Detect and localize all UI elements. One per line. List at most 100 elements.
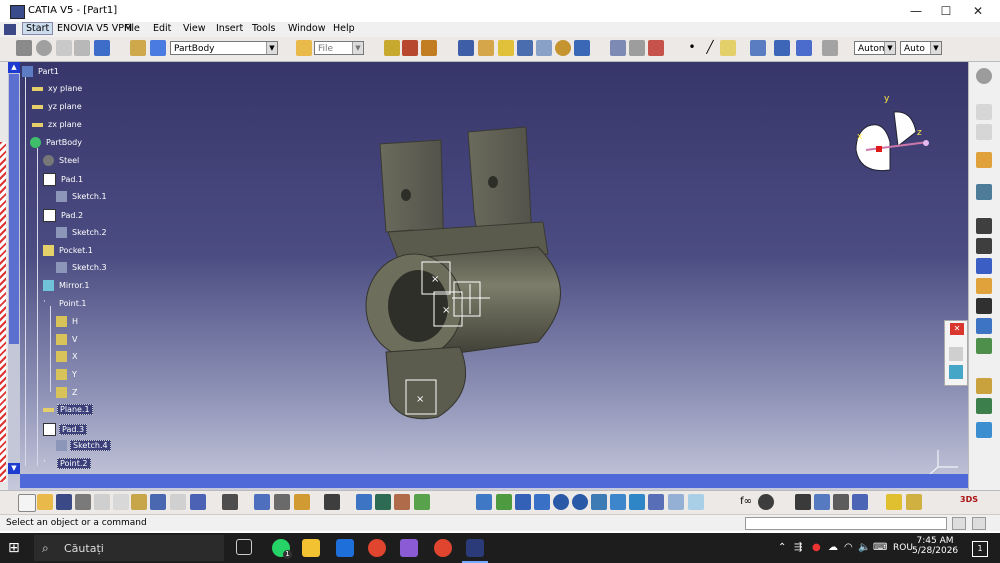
tree-item-pad2[interactable]: Pad.2 <box>43 209 85 222</box>
law-icon[interactable] <box>814 494 830 510</box>
tree-item-y[interactable]: Y <box>56 369 79 380</box>
knowledge-icon[interactable] <box>384 40 400 56</box>
slot-right-icon[interactable] <box>976 318 992 334</box>
render-select[interactable]: Autom ▼ <box>854 41 896 55</box>
system-clock[interactable]: 7:45 AM 5/28/2026 <box>912 536 958 556</box>
design-table-icon[interactable] <box>795 494 811 510</box>
constraint-tool-icon[interactable] <box>750 40 766 56</box>
chevron-down-icon[interactable]: ▼ <box>930 42 941 54</box>
scroll-down-arrow-icon[interactable]: ▼ <box>8 463 20 474</box>
task-view-icon[interactable] <box>236 539 252 555</box>
menu-view[interactable]: View <box>183 23 206 34</box>
iso-view-icon[interactable] <box>629 494 645 510</box>
outlook-icon[interactable] <box>336 539 354 557</box>
tree-item-xy-plane[interactable]: xy plane <box>32 84 84 93</box>
volume-icon[interactable]: 🔈 <box>858 542 870 553</box>
pad-tool-icon[interactable] <box>458 40 474 56</box>
menu-window[interactable]: Window <box>288 23 325 34</box>
rib-tool-icon[interactable] <box>517 40 533 56</box>
rotate-icon[interactable] <box>36 40 52 56</box>
3d-viewport[interactable]: × × × y x z <box>8 62 968 490</box>
notifications-icon[interactable]: 1 <box>972 541 988 557</box>
pan-icon[interactable] <box>515 494 531 510</box>
scroll-thumb[interactable] <box>9 74 19 344</box>
normal-view-icon[interactable] <box>591 494 607 510</box>
chevron-down-icon[interactable]: ▼ <box>266 42 277 54</box>
chamfer-right-icon[interactable] <box>976 398 992 414</box>
keyboard-icon[interactable]: ⌨ <box>873 542 887 553</box>
line-tool-icon[interactable]: ╱ <box>702 40 718 56</box>
redo-icon[interactable] <box>170 494 186 510</box>
tree-item-h[interactable]: H <box>56 316 80 327</box>
language-indicator[interactable]: ROU <box>893 543 913 553</box>
file-select[interactable]: File ▼ <box>314 41 364 55</box>
undo-icon[interactable] <box>150 494 166 510</box>
settings-icon[interactable] <box>976 68 992 84</box>
tree-item-part1[interactable]: Part1 <box>22 66 61 77</box>
pattern-tool-icon[interactable] <box>610 40 626 56</box>
tree-item-yz-plane[interactable]: yz plane <box>32 102 84 111</box>
body-icon[interactable] <box>94 40 110 56</box>
rule-icon[interactable] <box>402 40 418 56</box>
snap-icon[interactable] <box>822 40 838 56</box>
catia-doc-icon[interactable] <box>4 24 16 35</box>
parameters-icon[interactable] <box>833 494 849 510</box>
pencil-icon[interactable] <box>356 494 372 510</box>
transform-tool-icon[interactable] <box>629 40 645 56</box>
taskbar-search-box[interactable] <box>34 535 224 561</box>
boolean-tool-icon[interactable] <box>648 40 664 56</box>
floating-toolbar[interactable]: ✕ <box>944 320 968 386</box>
measure-icon[interactable] <box>74 40 90 56</box>
fillet-tool-icon[interactable] <box>574 40 590 56</box>
update-icon[interactable] <box>16 40 32 56</box>
stop-icon[interactable] <box>952 517 966 530</box>
menu-enovia[interactable]: ENOVIA V5 VPM <box>57 23 132 34</box>
tree-item-sketch2[interactable]: Sketch.2 <box>56 227 109 238</box>
menu-start[interactable]: Start <box>22 22 54 35</box>
tree-item-partbody[interactable]: PartBody <box>30 137 84 148</box>
tree-item-pad1[interactable]: Pad.1 <box>43 173 85 186</box>
help-icon[interactable] <box>190 494 206 510</box>
chrome-icon[interactable] <box>368 539 386 557</box>
tree-item-zx-plane[interactable]: zx plane <box>32 120 84 129</box>
hole-right-icon[interactable] <box>976 278 992 294</box>
sketch-tool-icon[interactable] <box>976 184 992 200</box>
tree-item-steel[interactable]: Steel <box>43 155 81 166</box>
chrome-profile-icon[interactable] <box>434 539 452 557</box>
file-explorer-icon[interactable] <box>302 539 320 557</box>
antivirus-icon[interactable]: ● <box>812 542 821 553</box>
chevron-up-icon[interactable]: ⌃ <box>778 542 786 553</box>
comment-icon[interactable] <box>758 494 774 510</box>
shaft-tool-icon[interactable] <box>498 40 514 56</box>
chevron-down-icon[interactable]: ▼ <box>884 42 895 54</box>
hole-tool-icon[interactable] <box>536 40 552 56</box>
swap-space-icon[interactable] <box>688 494 704 510</box>
rib-right-icon[interactable] <box>976 298 992 314</box>
knowledge-advisor-icon[interactable] <box>294 494 310 510</box>
tree-item-sketch4[interactable]: Sketch.4 <box>56 440 111 451</box>
check-icon[interactable] <box>421 40 437 56</box>
open-folder-icon[interactable] <box>296 40 312 56</box>
command-input[interactable] <box>745 517 947 530</box>
cloud-icon[interactable]: ☁ <box>828 542 838 553</box>
hide-show-icon[interactable] <box>668 494 684 510</box>
tree-vertical-scrollbar[interactable]: ▲ ▼ <box>8 62 20 474</box>
formula-icon[interactable]: f∞ <box>738 494 754 510</box>
network-icon[interactable]: ⇶ <box>794 542 802 553</box>
tree-item-point2[interactable]: · Point.2 <box>43 458 91 469</box>
table-icon[interactable] <box>222 494 238 510</box>
stiffener-right-icon[interactable] <box>976 338 992 354</box>
chevron-down-icon[interactable]: ▼ <box>352 42 363 54</box>
select-icon[interactable] <box>976 152 992 168</box>
zoom-out-icon[interactable] <box>572 494 588 510</box>
analysis-icon[interactable] <box>375 494 391 510</box>
close-button[interactable]: ✕ <box>962 0 994 22</box>
scroll-up-arrow-icon[interactable]: ▲ <box>8 62 20 73</box>
menu-edit[interactable]: Edit <box>153 23 171 34</box>
print-icon[interactable] <box>75 494 91 510</box>
tree-item-sketch1[interactable]: Sketch.1 <box>56 191 109 202</box>
tree-item-sketch3[interactable]: Sketch.3 <box>56 262 109 273</box>
new-icon[interactable] <box>18 494 36 512</box>
scale-icon[interactable] <box>130 40 146 56</box>
menu-insert[interactable]: Insert <box>216 23 243 34</box>
